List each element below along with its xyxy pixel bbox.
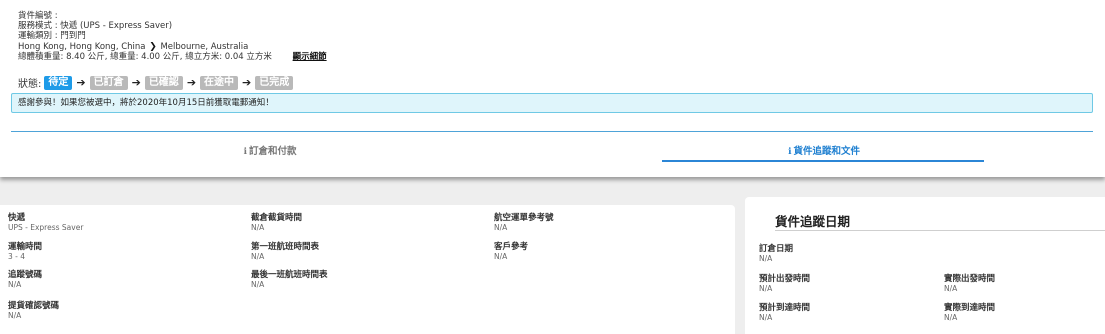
booking-date-field: 訂倉日期 N/A <box>759 244 793 263</box>
status-step-booked: 已訂倉 <box>89 75 128 90</box>
route-origin: Hong Kong, Hong Kong, China <box>18 41 146 52</box>
show-details-link[interactable]: 顯示細節 <box>293 52 327 62</box>
status-progress: 狀態: 待定 ➔ 已訂倉 ➔ 已確認 ➔ 在途中 ➔ 已完成 <box>18 75 294 90</box>
shipment-number-label: 貨件編號 : <box>18 11 58 21</box>
est-departure-field: 預計出發時間 N/A <box>759 274 810 293</box>
tracking-number-field: 追蹤號碼 N/A <box>8 270 42 289</box>
pickup-confirmation-label: 提貨確認號碼 <box>8 301 60 311</box>
notice-banner: 感謝參與！如果您被選中，將於2020年10月15日前獲取電郵通知！ <box>11 93 1093 113</box>
act-departure-value: N/A <box>944 284 958 293</box>
chevron-right-icon: ❯ <box>149 41 157 52</box>
est-arrival-value: N/A <box>759 313 773 322</box>
status-step-completed: 已完成 <box>255 75 294 90</box>
status-label: 狀態: <box>18 79 42 90</box>
first-flight-value: N/A <box>251 252 265 261</box>
first-flight-field: 第一班航班時間表 N/A <box>251 242 319 261</box>
info-icon: ℹ <box>243 147 247 157</box>
customer-reference-field: 客戶參考 N/A <box>494 242 528 261</box>
est-arrival-field: 預計到達時間 N/A <box>759 303 810 322</box>
express-label: 快遞 <box>8 213 26 223</box>
cutoff-time-label: 截倉截貨時間 <box>251 213 303 223</box>
act-arrival-value: N/A <box>944 313 958 322</box>
tracking-dates-title: 貨件追蹤日期 <box>775 214 851 229</box>
pickup-confirmation-value: N/A <box>8 311 22 320</box>
tabs-divider <box>11 131 1093 132</box>
express-value: UPS - Express Saver <box>8 223 84 232</box>
last-flight-label: 最後一班航班時間表 <box>251 270 328 280</box>
arrow-right-icon: ➔ <box>131 76 141 89</box>
first-flight-label: 第一班航班時間表 <box>251 242 320 252</box>
pickup-confirmation-field: 提貨確認號碼 N/A <box>8 301 59 320</box>
status-step-confirmed: 已確認 <box>144 75 183 90</box>
est-departure-label: 預計出發時間 <box>759 274 811 284</box>
awb-reference-value: N/A <box>494 223 508 232</box>
cutoff-time-value: N/A <box>251 223 265 232</box>
active-tab-indicator <box>662 160 984 162</box>
transit-time-field: 運輸時間 3 - 4 <box>8 242 42 261</box>
route: Hong Kong, Hong Kong, China ❯ Melbourne,… <box>18 42 327 52</box>
tracking-dates-panel: 貨件追蹤日期 訂倉日期 N/A 預計出發時間 N/A 實際出發時間 N/A 預計… <box>745 197 1105 334</box>
last-flight-value: N/A <box>251 280 265 289</box>
shipment-info: 貨件編號 : 服務模式 : 快遞 (UPS - Express Saver) 運… <box>18 11 327 62</box>
act-departure-field: 實際出發時間 N/A <box>944 274 995 293</box>
tracking-number-value: N/A <box>8 280 22 289</box>
last-flight-field: 最後一班航班時間表 N/A <box>251 270 328 289</box>
awb-reference-field: 航空運單參考號 N/A <box>494 213 554 232</box>
transit-time-label: 運輸時間 <box>8 242 43 252</box>
status-step-pending: 待定 <box>44 75 73 90</box>
info-icon: ℹ <box>788 147 792 157</box>
booking-date-label: 訂倉日期 <box>759 244 794 254</box>
arrow-right-icon: ➔ <box>186 76 197 89</box>
tracking-number-label: 追蹤號碼 <box>8 270 43 280</box>
tab-order-label: 訂倉和付款 <box>248 146 297 157</box>
shipment-details-panel: 快遞 UPS - Express Saver 運輸時間 3 - 4 追蹤號碼 N… <box>0 205 735 334</box>
tab-tracking-documents[interactable]: ℹ 貨件追蹤和文件 <box>744 143 904 157</box>
express-field: 快遞 UPS - Express Saver <box>8 213 83 232</box>
cutoff-time-field: 截倉截貨時間 N/A <box>251 213 302 232</box>
awb-reference-label: 航空運單參考號 <box>494 213 554 223</box>
service-mode: 服務模式 : 快遞 (UPS - Express Saver) <box>18 21 173 32</box>
tab-order-payment[interactable]: ℹ 訂倉和付款 <box>190 143 350 157</box>
shipment-summary-card: 貨件編號 : 服務模式 : 快遞 (UPS - Express Saver) 運… <box>0 0 1105 177</box>
arrow-right-icon: ➔ <box>76 76 86 89</box>
customer-reference-value: N/A <box>494 252 508 261</box>
est-departure-value: N/A <box>759 284 773 293</box>
act-departure-label: 實際出發時間 <box>944 274 996 284</box>
weights-text: 總體積重量: 8.40 公斤, 總重量: 4.00 公斤, 總立方米: 0.04… <box>18 51 272 62</box>
route-destination: Melbourne, Australia <box>160 41 249 52</box>
status-step-in-transit: 在途中 <box>200 75 239 90</box>
transit-time-value: 3 - 4 <box>8 252 26 261</box>
section-divider <box>775 230 1105 231</box>
act-arrival-label: 實際到達時間 <box>944 303 996 313</box>
est-arrival-label: 預計到達時間 <box>759 303 811 313</box>
weights-row: 總體積重量: 8.40 公斤, 總重量: 4.00 公斤, 總立方米: 0.04… <box>18 52 327 62</box>
arrow-right-icon: ➔ <box>242 76 252 89</box>
act-arrival-field: 實際到達時間 N/A <box>944 303 995 322</box>
tab-tracking-label: 貨件追蹤和文件 <box>793 146 860 157</box>
transport-type: 運輸類別 : 門到門 <box>18 31 86 42</box>
customer-reference-label: 客戶參考 <box>494 242 529 252</box>
booking-date-value: N/A <box>759 254 773 263</box>
